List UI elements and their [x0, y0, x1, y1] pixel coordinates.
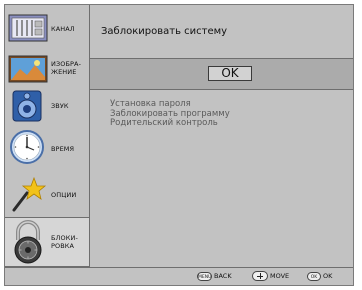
lock-system-row[interactable]: Заблокировать систему	[90, 5, 353, 59]
move-hint-label: MOVE	[270, 272, 290, 280]
ok-hint: OK OK	[307, 271, 332, 282]
back-hint-label: BACK	[214, 272, 232, 280]
sidebar-item-time[interactable]: ВРЕМЯ	[5, 125, 89, 171]
menu-key-icon: MENU	[197, 271, 212, 281]
dpad-key-icon	[252, 271, 268, 281]
sidebar-item-label: ИЗОБРА- ЖЕНИЕ	[51, 60, 82, 76]
speaker-icon	[8, 90, 48, 126]
page-title: Заблокировать систему	[101, 26, 228, 37]
sidebar-item-label: ОПЦИИ	[51, 191, 77, 199]
sidebar-item-options[interactable]: ОПЦИИ	[5, 171, 89, 217]
sidebar-item-label: КАНАЛ	[51, 25, 75, 33]
ok-key-icon: OK	[307, 271, 321, 281]
lock-settings-panel: Заблокировать систему OK Установка парол…	[90, 5, 353, 267]
sidebar: КАНАЛ ИЗОБРА- ЖЕНИЕ ЗВУК ВРЕМЯ ОПЦИИ БЛО…	[5, 5, 90, 267]
sidebar-item-sound[interactable]: ЗВУК	[5, 87, 89, 125]
sidebar-item-label: ЗВУК	[51, 102, 69, 110]
picture-icon	[8, 55, 48, 87]
lock-menu-screen: КАНАЛ ИЗОБРА- ЖЕНИЕ ЗВУК ВРЕМЯ ОПЦИИ БЛО…	[4, 4, 354, 286]
sidebar-item-label: БЛОКИ- РОВКА	[51, 234, 78, 250]
move-hint: MOVE	[252, 271, 289, 282]
lock-options-list: Установка пароля Заблокировать программу…	[110, 99, 230, 129]
tv-channel-icon	[8, 14, 48, 46]
key-hint-bar: MENU BACK MOVE OK OK	[5, 267, 353, 285]
back-hint: MENU BACK	[197, 271, 232, 282]
sidebar-item-label: ВРЕМЯ	[51, 145, 75, 153]
padlock-icon	[8, 220, 48, 268]
sidebar-item-picture[interactable]: ИЗОБРА- ЖЕНИЕ	[5, 49, 89, 87]
star-wand-icon	[8, 175, 48, 217]
ok-hint-label: OK	[323, 272, 333, 280]
ok-band: OK	[90, 59, 353, 90]
clock-icon	[8, 129, 48, 169]
sidebar-item-lock[interactable]: БЛОКИ- РОВКА	[5, 217, 89, 267]
menu-item-parental-control[interactable]: Родительский контроль	[110, 118, 230, 129]
sidebar-item-channel[interactable]: КАНАЛ	[5, 5, 89, 49]
ok-button[interactable]: OK	[208, 66, 252, 81]
